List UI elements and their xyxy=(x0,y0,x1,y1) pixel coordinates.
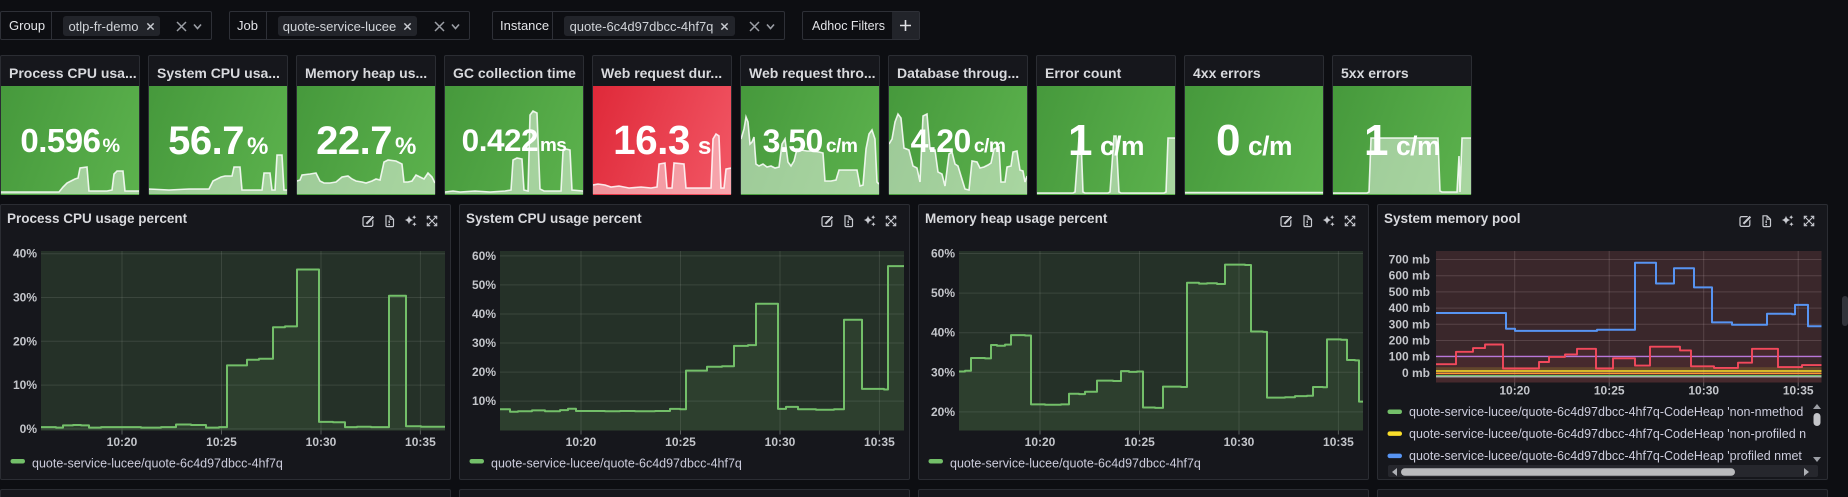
svg-text:40%: 40% xyxy=(931,326,955,340)
svg-text:30%: 30% xyxy=(13,291,37,305)
svg-text:10:30: 10:30 xyxy=(1224,435,1255,449)
svg-text:700 mb: 700 mb xyxy=(1389,253,1430,267)
svg-text:60%: 60% xyxy=(931,247,955,261)
svg-text:quote-service-lucee/quote-6c4d: quote-service-lucee/quote-6c4d97dbcc-4hf… xyxy=(1409,405,1803,419)
svg-text:quote-service-lucee/quote-6c4d: quote-service-lucee/quote-6c4d97dbcc-4hf… xyxy=(32,457,283,471)
svg-text:10:35: 10:35 xyxy=(1783,384,1814,398)
svg-text:10:30: 10:30 xyxy=(765,435,796,449)
svg-text:30%: 30% xyxy=(472,336,496,350)
svg-text:40%: 40% xyxy=(13,247,37,261)
svg-text:40%: 40% xyxy=(472,307,496,321)
svg-text:quote-service-lucee/quote-6c4d: quote-service-lucee/quote-6c4d97dbcc-4hf… xyxy=(491,457,742,471)
svg-text:30%: 30% xyxy=(931,365,955,379)
svg-text:10:35: 10:35 xyxy=(1323,435,1354,449)
svg-text:600 mb: 600 mb xyxy=(1389,269,1430,283)
svg-text:quote-service-lucee/quote-6c4d: quote-service-lucee/quote-6c4d97dbcc-4hf… xyxy=(950,457,1201,471)
svg-text:50%: 50% xyxy=(931,286,955,300)
svg-text:60%: 60% xyxy=(472,249,496,263)
svg-text:100 mb: 100 mb xyxy=(1389,350,1430,364)
svg-text:10:35: 10:35 xyxy=(405,435,436,449)
svg-text:20%: 20% xyxy=(931,405,955,419)
svg-text:10:30: 10:30 xyxy=(1688,384,1719,398)
svg-text:200 mb: 200 mb xyxy=(1389,334,1430,348)
svg-text:500 mb: 500 mb xyxy=(1389,285,1430,299)
svg-text:10:20: 10:20 xyxy=(1499,384,1530,398)
svg-text:20%: 20% xyxy=(13,334,37,348)
svg-text:0%: 0% xyxy=(20,422,38,436)
svg-text:10:30: 10:30 xyxy=(306,435,337,449)
svg-text:quote-service-lucee/quote-6c4d: quote-service-lucee/quote-6c4d97dbcc-4hf… xyxy=(1409,449,1802,463)
svg-text:quote-service-lucee/quote-6c4d: quote-service-lucee/quote-6c4d97dbcc-4hf… xyxy=(1409,427,1806,441)
svg-text:400 mb: 400 mb xyxy=(1389,301,1430,315)
svg-text:10:25: 10:25 xyxy=(206,435,237,449)
svg-text:10:20: 10:20 xyxy=(107,435,138,449)
svg-text:10%: 10% xyxy=(472,394,496,408)
svg-text:10:35: 10:35 xyxy=(864,435,895,449)
svg-text:10:25: 10:25 xyxy=(1124,435,1155,449)
svg-text:300 mb: 300 mb xyxy=(1389,317,1430,331)
svg-text:10:20: 10:20 xyxy=(566,435,597,449)
svg-text:50%: 50% xyxy=(472,278,496,292)
svg-text:10:25: 10:25 xyxy=(1594,384,1625,398)
svg-text:10:25: 10:25 xyxy=(665,435,696,449)
svg-text:10:20: 10:20 xyxy=(1025,435,1056,449)
svg-text:0 mb: 0 mb xyxy=(1402,366,1430,380)
svg-text:20%: 20% xyxy=(472,365,496,379)
svg-text:10%: 10% xyxy=(13,378,37,392)
